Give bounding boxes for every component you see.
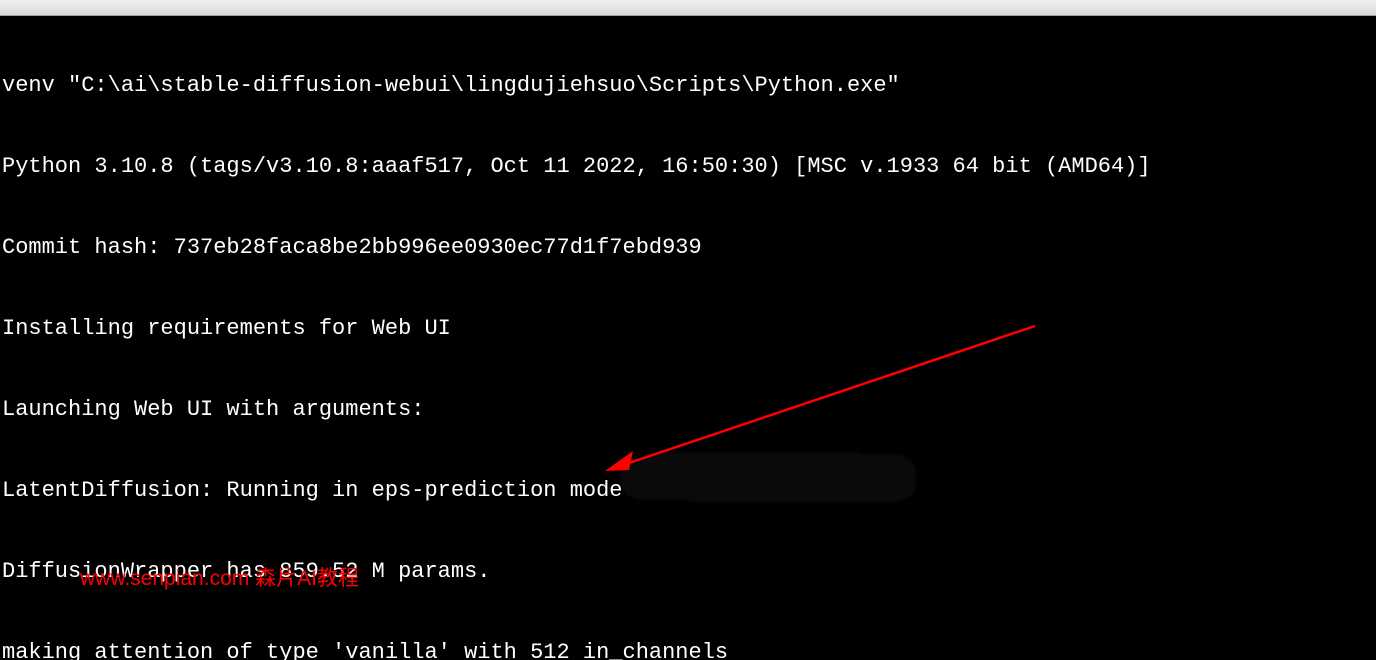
- terminal-window[interactable]: venv "C:\ai\stable-diffusion-webui\lingd…: [0, 16, 1376, 660]
- title-bar: [0, 0, 1376, 16]
- terminal-line: venv "C:\ai\stable-diffusion-webui\lingd…: [2, 72, 1376, 99]
- terminal-line: Python 3.10.8 (tags/v3.10.8:aaaf517, Oct…: [2, 153, 1376, 180]
- watermark-text: www.senpian.com 森片AI教程: [80, 565, 359, 592]
- terminal-line: Launching Web UI with arguments:: [2, 396, 1376, 423]
- redaction-scribble: [620, 458, 850, 494]
- terminal-line: making attention of type 'vanilla' with …: [2, 639, 1376, 660]
- terminal-line: Installing requirements for Web UI: [2, 315, 1376, 342]
- terminal-line: Commit hash: 737eb28faca8be2bb996ee0930e…: [2, 234, 1376, 261]
